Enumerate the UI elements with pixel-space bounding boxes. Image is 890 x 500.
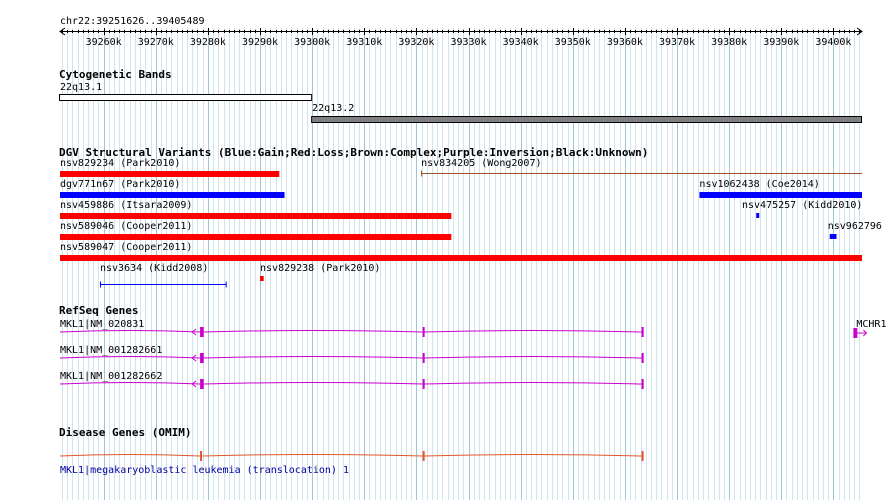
transcript-label: MKL1|NM_001282661: [60, 345, 162, 356]
omim-exon: [200, 451, 203, 461]
omim-intron-line: [59, 454, 642, 457]
transcript-intron-line: [59, 356, 642, 359]
ruler-axis: 39260k 39270k 39280k 39290k 39300k 39310k 3932…: [59, 27, 863, 48]
dgv-variant-bar: [260, 276, 264, 281]
genome-browser-panel: chr22:39251626..39405489 39260k 39270k 392…: [59, 16, 886, 500]
ruler-tick-label: 39400k: [815, 37, 851, 48]
cytoband-bar: [59, 94, 313, 101]
ruler-tick-label: 39310k: [346, 37, 382, 48]
ruler-tick-label: 39390k: [763, 37, 799, 48]
gene-exon-mchr1: [853, 328, 858, 338]
ruler-tick-label: 39270k: [138, 37, 174, 48]
dgv-variant-label: nsv589046 (Cooper2011): [60, 221, 192, 232]
transcript-exon: [422, 327, 425, 337]
ruler-tick-label: 39370k: [659, 37, 695, 48]
dgv-variant-label: nsv834205 (Wong2007): [421, 158, 541, 169]
dgv-variant-bar: [60, 255, 862, 261]
transcript-exon: [200, 379, 204, 389]
dgv-variant-bar: [60, 234, 452, 240]
dgv-variant-label: nsv459886 (Itsara2009): [60, 200, 192, 211]
ruler-tick-label: 39350k: [555, 37, 591, 48]
transcript-exon: [422, 353, 425, 363]
ruler-tick-label: 39290k: [242, 37, 278, 48]
range-label: chr22:39251626..39405489: [60, 16, 205, 27]
ruler-tick-label: 39330k: [450, 37, 486, 48]
cytoband-track: 22q13.1 22q13.2: [59, 82, 862, 123]
transcript-exon: [641, 353, 644, 363]
track-title-refseq: RefSeq Genes: [59, 304, 138, 317]
refseq-track: MKL1|NM_020831 MKL1|NM_001282661 MKL1|NM_0…: [59, 319, 886, 389]
track-title-cytobands: Cytogenetic Bands: [59, 68, 172, 81]
ruler-track: chr22:39251626..39405489 39260k 39270k 392…: [59, 16, 863, 48]
dgv-variant-label: nsv1062438 (Coe2014): [699, 179, 819, 190]
transcript-exon: [422, 379, 425, 389]
dgv-variant-label: nsv829238 (Park2010): [260, 263, 380, 274]
cytoband-label: 22q13.1: [60, 82, 102, 93]
ruler-tick-label: 39260k: [86, 37, 122, 48]
dgv-variant-bar: [60, 171, 280, 177]
transcript-label: MKL1|NM_001282662: [60, 371, 162, 382]
dgv-variant-label: nsv829234 (Park2010): [60, 158, 180, 169]
dgv-variant-label: nsv962796: [828, 221, 882, 232]
dgv-track: nsv829234 (Park2010) nsv834205 (Wong2007)…: [60, 158, 882, 288]
strand-arrow-right: [857, 329, 868, 337]
ruler-tick-label: 39320k: [398, 37, 434, 48]
dgv-variant-label: nsv3634 (Kidd2008): [100, 263, 208, 274]
ruler-tick-label: 39360k: [607, 37, 643, 48]
dgv-variant-label: nsv589047 (Cooper2011): [60, 242, 192, 253]
dgv-variant-label: dgv771n67 (Park2010): [60, 179, 180, 190]
dgv-variant-bar: [60, 213, 452, 219]
dgv-variant-bar: [699, 192, 862, 198]
transcript-exon: [200, 327, 204, 337]
track-title-omim: Disease Genes (OMIM): [59, 426, 191, 439]
transcript-intron-line: [59, 382, 642, 385]
transcript-exon: [641, 327, 644, 337]
dgv-variant-label: nsv475257 (Kidd2010): [742, 200, 862, 211]
dgv-variant-bar: [829, 234, 837, 239]
ruler-tick-label: 39300k: [294, 37, 330, 48]
cytoband-label: 22q13.2: [312, 103, 354, 114]
dgv-variant-bar: [60, 192, 285, 198]
omim-exon: [641, 451, 644, 461]
omim-gene-label: MKL1|megakaryoblastic leukemia (transloc…: [60, 465, 349, 476]
gene-label-mchr1: MCHR1: [856, 319, 886, 330]
omim-exon: [422, 451, 425, 461]
ruler-tick-label: 39380k: [711, 37, 747, 48]
transcript-label: MKL1|NM_020831: [60, 319, 144, 330]
transcript-exon: [641, 379, 644, 389]
transcript-intron-line: [59, 330, 642, 333]
cytoband-bar: [311, 116, 862, 123]
transcript-exon: [200, 353, 204, 363]
ruler-tick-label: 39280k: [190, 37, 226, 48]
ruler-tick-label: 39340k: [503, 37, 539, 48]
omim-track: MKL1|megakaryoblastic leukemia (transloc…: [59, 451, 644, 476]
dgv-variant-bar: [756, 213, 760, 218]
